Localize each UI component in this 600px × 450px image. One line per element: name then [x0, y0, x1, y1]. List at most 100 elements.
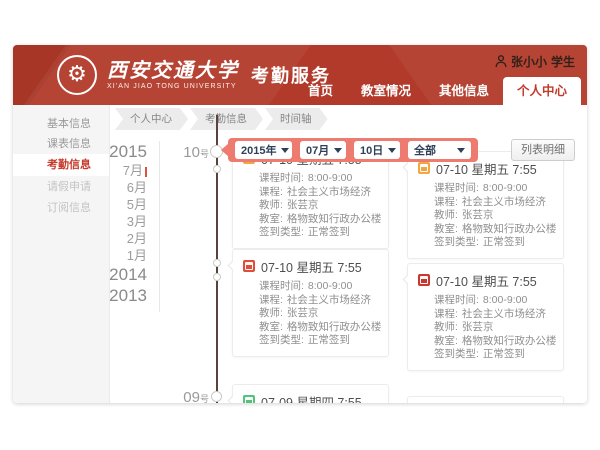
field-value: 8:00-9:00	[308, 172, 352, 184]
sidebar-item-label: 课表信息	[47, 138, 91, 150]
timeline-month-item[interactable]: 7月	[100, 162, 147, 179]
year-select[interactable]: 2015年	[235, 141, 292, 159]
card-fields: 课程时间:8:00-9:00 课程:社会主义市场经济 教师:张芸京 教室:格物致…	[259, 280, 378, 348]
sidebar-item[interactable]: 考勤信息	[13, 154, 109, 176]
university-name-cn: 西安交通大学	[107, 59, 239, 81]
field-label: 教师:	[259, 199, 283, 211]
attendance-card: 07-10 星期五 7:55 课程时间:8:00-9:00 课程:社会主义市场经…	[232, 249, 389, 357]
day-select[interactable]: 10日	[354, 141, 400, 159]
month-select-value: 07月	[306, 142, 329, 158]
field-label: 课程:	[259, 294, 283, 306]
nav-item[interactable]: 个人中心	[503, 77, 581, 105]
timeline-month-item[interactable]: 2月	[100, 230, 147, 247]
sidebar: 基本信息 课表信息 考勤信息 请假申请	[13, 105, 110, 403]
timeline-month-item[interactable]: 5月	[100, 196, 147, 213]
sidebar-item-label: 订阅信息	[47, 202, 91, 214]
field-value: 张芸京	[287, 307, 319, 319]
card-field-row: 课程: 社会主义市场经济	[259, 186, 378, 200]
month-label: 6月	[127, 180, 147, 195]
nav-item[interactable]: 教室情况	[347, 77, 425, 105]
timeline-month-item[interactable]: 2015	[100, 141, 147, 162]
card-field-row: 签到类型:正常签到	[434, 348, 553, 362]
user-info[interactable]: 张小小 学生	[495, 53, 575, 70]
field-value: 格物致知行政办公楼	[287, 321, 382, 333]
field-value: 社会主义市场经济	[287, 186, 371, 198]
card-field-row: 教师:张芸京	[434, 209, 553, 223]
timeline-node[interactable]	[213, 273, 221, 281]
nav-item-label: 个人中心	[517, 84, 567, 98]
year-select-value: 2015年	[241, 142, 276, 158]
breadcrumb-label: 时间轴	[280, 113, 312, 125]
type-select[interactable]: 全部	[408, 141, 471, 159]
field-label: 签到类型:	[259, 334, 304, 346]
month-label: 3月	[127, 214, 147, 229]
timeline-node[interactable]	[213, 259, 221, 267]
card-field-row: 教师:张芸京	[259, 307, 378, 321]
field-value: 8:00-9:00	[483, 294, 527, 306]
filter-bar-arrow	[221, 143, 229, 157]
field-label: 课程:	[434, 308, 458, 320]
breadcrumb-item[interactable]: 时间轴	[265, 108, 328, 130]
sidebar-item[interactable]: 订阅信息	[13, 198, 109, 218]
card-field-row: 签到类型:正常签到	[259, 226, 378, 240]
field-value: 8:00-9:00	[483, 182, 527, 194]
breadcrumb-item[interactable]: 考勤信息	[190, 108, 263, 130]
sidebar-item[interactable]: 请假申请	[13, 176, 109, 198]
field-label: 签到类型:	[434, 236, 479, 248]
nav-item-label: 首页	[308, 84, 333, 98]
field-value: 正常签到	[308, 334, 350, 346]
field-label: 教室:	[434, 335, 458, 347]
field-label: 课程时间:	[434, 182, 479, 194]
day-select-value: 10日	[360, 142, 383, 158]
calendar-badge-icon	[243, 260, 255, 272]
calendar-badge-icon	[418, 162, 430, 174]
calendar-glyph	[245, 397, 253, 403]
university-logo: ⚙	[57, 55, 97, 95]
field-label: 课程时间:	[259, 280, 304, 292]
timeline-node[interactable]	[213, 165, 221, 173]
card-field-row: 课程时间:8:00-9:00	[259, 280, 378, 294]
card-fields: 课程时间:8:00-9:00 课程:社会主义市场经济 教师:张芸京 教室:格物致…	[434, 182, 553, 250]
field-label: 课程:	[259, 186, 283, 198]
card-fields: 课程时间:8:00-9:00 课程:社会主义市场经济 教师:张芸京 教室:格物致…	[259, 172, 378, 240]
sidebar-item[interactable]: 基本信息	[13, 114, 109, 134]
field-value: 张芸京	[462, 321, 494, 333]
month-select[interactable]: 07月	[300, 141, 346, 159]
timeline-month-item[interactable]: 6月	[100, 179, 147, 196]
attendance-card: 07-09 星期四 7:55 课程时间:8:00-9:00 课程:社会主义市场经…	[232, 384, 389, 403]
card-title-row: 07-10 星期五 7:55	[243, 256, 378, 276]
list-detail-button[interactable]: 列表明细	[511, 139, 575, 161]
breadcrumb-item[interactable]: 个人中心	[115, 108, 188, 130]
gear-emblem-icon: ⚙	[67, 64, 87, 86]
field-label: 教室:	[259, 213, 283, 225]
field-value: 正常签到	[308, 226, 350, 238]
timeline-month-item[interactable]: 2014	[100, 264, 147, 285]
nav-item[interactable]: 其他信息	[425, 77, 503, 105]
card-field-row: 课程时间:8:00-9:00	[259, 172, 378, 186]
field-value: 张芸京	[287, 199, 319, 211]
card-field-row: 教师: 张芸京	[259, 199, 378, 213]
attendance-card-clipped	[407, 396, 564, 403]
breadcrumb: 个人中心 考勤信息 时间轴	[115, 108, 328, 130]
attendance-card: 07-10 星期五 7:55 课程时间:8:00-9:00 课程:社会主义市场经…	[407, 151, 564, 259]
field-label: 签到类型:	[434, 348, 479, 360]
timeline-node[interactable]	[211, 391, 222, 402]
app-window: ⚙ 西安交通大学 XI'AN JIAO TONG UNIVERSITY 考勤服务…	[13, 45, 587, 403]
card-field-row: 课程时间: 8:00-9:00	[434, 182, 553, 196]
sidebar-menu: 基本信息 课表信息 考勤信息 请假申请	[13, 114, 109, 218]
card-field-row: 签到类型: 正常签到	[259, 334, 378, 348]
sidebar-item-label: 基本信息	[47, 118, 91, 130]
sidebar-item-label: 请假申请	[47, 181, 91, 193]
sidebar-item[interactable]: 课表信息	[13, 134, 109, 154]
card-fields: 课程时间:8:00-9:00 课程:社会主义市场经济 教师:张芸京 教室:格物致…	[434, 294, 553, 362]
university-name-en: XI'AN JIAO TONG UNIVERSITY	[107, 83, 239, 91]
month-label: 2013	[109, 286, 147, 305]
card-arrow-notch	[228, 261, 238, 271]
card-field-row: 签到类型:正常签到	[434, 236, 553, 250]
timeline-month-item[interactable]: 1月	[100, 247, 147, 264]
timeline-month-item[interactable]: 2013	[100, 285, 147, 306]
card-field-row: 课程:社会主义市场经济	[434, 196, 553, 210]
nav-item[interactable]: 首页	[294, 77, 347, 105]
timeline-month-item[interactable]: 3月	[100, 213, 147, 230]
card-field-row: 教室:格物致知行政办公楼	[434, 335, 553, 349]
